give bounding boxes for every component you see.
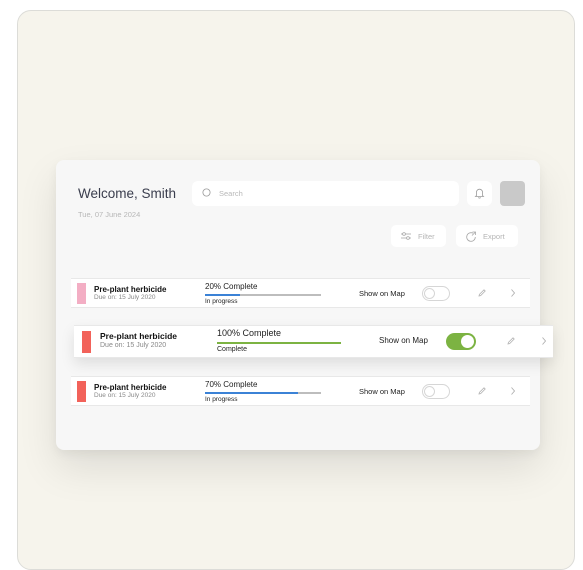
task-color-swatch xyxy=(77,381,86,402)
progress-fill xyxy=(205,392,298,394)
show-on-map-toggle[interactable] xyxy=(422,384,450,399)
task-color-swatch xyxy=(77,283,86,304)
task-status: In progress xyxy=(205,298,238,305)
edit-pencil-icon[interactable] xyxy=(506,336,516,346)
notifications-button[interactable] xyxy=(467,181,492,206)
filter-button[interactable]: Filter xyxy=(391,225,446,247)
show-on-map-label: Show on Map xyxy=(359,387,405,396)
task-row[interactable]: Pre-plant herbicide Due on: 15 July 2020… xyxy=(71,278,530,308)
task-progress-label: 100% Complete xyxy=(217,328,282,338)
show-on-map-toggle[interactable] xyxy=(422,286,450,301)
task-due-date: Due on: 15 July 2020 xyxy=(100,342,167,349)
toggle-knob xyxy=(461,335,474,348)
toggle-knob xyxy=(424,386,435,397)
edit-pencil-icon[interactable] xyxy=(477,386,487,396)
task-row[interactable]: Pre-plant herbicide Due on: 15 July 2020… xyxy=(74,325,553,358)
filter-label: Filter xyxy=(418,232,435,241)
search-placeholder: Search xyxy=(219,189,243,198)
chevron-right-icon[interactable] xyxy=(540,336,548,346)
task-status: In progress xyxy=(205,396,238,403)
show-on-map-toggle[interactable] xyxy=(446,333,476,350)
show-on-map-label: Show on Map xyxy=(359,289,405,298)
export-button[interactable]: Export xyxy=(456,225,518,247)
toggle-knob xyxy=(424,288,435,299)
edit-pencil-icon[interactable] xyxy=(477,288,487,298)
export-label: Export xyxy=(483,232,505,241)
task-color-swatch xyxy=(82,331,91,353)
export-icon xyxy=(466,231,476,242)
task-progress-label: 70% Complete xyxy=(205,380,258,389)
task-row[interactable]: Pre-plant herbicide Due on: 15 July 2020… xyxy=(71,376,530,406)
search-input[interactable]: Search xyxy=(192,181,459,206)
chevron-right-icon[interactable] xyxy=(509,386,517,396)
show-on-map-label: Show on Map xyxy=(379,336,428,345)
bell-icon xyxy=(474,188,485,199)
task-title: Pre-plant herbicide xyxy=(100,331,177,341)
avatar[interactable] xyxy=(500,181,525,206)
task-due-date: Due on: 15 July 2020 xyxy=(94,392,156,399)
task-title: Pre-plant herbicide xyxy=(94,285,167,294)
chevron-right-icon[interactable] xyxy=(509,288,517,298)
task-due-date: Due on: 15 July 2020 xyxy=(94,294,156,301)
task-progress-bar xyxy=(217,342,341,344)
progress-fill xyxy=(217,342,341,344)
sliders-icon xyxy=(401,232,411,240)
search-icon xyxy=(202,188,211,197)
task-progress-bar xyxy=(205,392,321,394)
current-date: Tue, 07 June 2024 xyxy=(78,210,141,219)
page-title: Welcome, Smith xyxy=(78,186,177,201)
task-title: Pre-plant herbicide xyxy=(94,383,167,392)
task-status: Complete xyxy=(217,346,247,353)
progress-fill xyxy=(205,294,240,296)
task-progress-bar xyxy=(205,294,321,296)
task-progress-label: 20% Complete xyxy=(205,282,258,291)
